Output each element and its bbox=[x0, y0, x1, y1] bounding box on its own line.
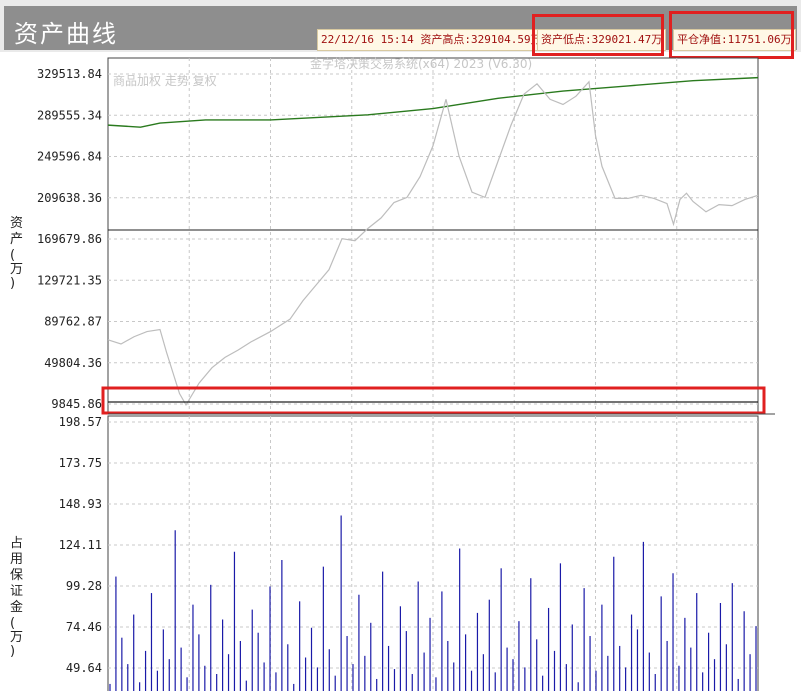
window-title: 资产曲线 bbox=[14, 20, 118, 48]
margin-y-tick-label: 173.75 bbox=[59, 456, 102, 470]
margin-y-tick-label: 49.64 bbox=[66, 661, 102, 675]
equity-y-tick-label: 49804.36 bbox=[44, 356, 102, 370]
equity-y-tick-label: 289555.34 bbox=[37, 108, 102, 122]
equity-y-tick-label: 89762.87 bbox=[44, 315, 102, 329]
margin-y-tick-label: 198.57 bbox=[59, 415, 102, 429]
margin-y-tick-label: 124.11 bbox=[59, 538, 102, 552]
title-bar: 资产曲线 22/12/16 15:14 资产高点:329104.59万 资产低点… bbox=[0, 0, 801, 59]
equity-y-tick-label: 9845.86 bbox=[51, 397, 102, 411]
asset-high-readout: 22/12/16 15:14 资产高点:329104.59万 bbox=[317, 29, 546, 51]
watermark-system: 金字塔决策交易系统(x64) 2023 (V6.30) bbox=[310, 56, 532, 71]
equity-y-ticks: 329513.84 289555.34 249596.84 209638.36 1696… bbox=[37, 67, 102, 411]
margin-y-tick-label: 74.46 bbox=[66, 620, 102, 634]
margin-plot-frame bbox=[107, 415, 759, 691]
margin-y-label: 占用保证金(万) bbox=[10, 536, 23, 659]
margin-panel: 198.57173.75148.93124.1199.2874.4649.64 … bbox=[10, 415, 759, 691]
equity-y-label: 资产(万) bbox=[10, 216, 23, 291]
equity-y-tick-label: 249596.84 bbox=[37, 150, 102, 164]
equity-y-tick-label: 169679.86 bbox=[37, 232, 102, 246]
closed-equity-readout: 平仓净值:11751.06万 bbox=[673, 29, 796, 51]
asset-low-readout: 资产低点:329021.47万 bbox=[537, 29, 667, 51]
equity-y-tick-label: 209638.36 bbox=[37, 191, 102, 205]
chart-area: 金字塔决策交易系统(x64) 2023 (V6.30) 商品加权 走势 复权 3… bbox=[10, 56, 775, 691]
margin-y-tick-label: 99.28 bbox=[66, 579, 102, 593]
margin-y-ticks: 198.57 173.75 148.93 124.11 99.28 74.46 49.64 bbox=[59, 415, 102, 675]
equity-panel: 金字塔决策交易系统(x64) 2023 (V6.30) 商品加权 走势 复权 3… bbox=[10, 56, 759, 415]
equity-y-tick-label: 329513.84 bbox=[37, 67, 102, 81]
watermark-mode: 商品加权 走势 复权 bbox=[113, 73, 217, 88]
equity-y-tick-label: 129721.35 bbox=[37, 273, 102, 287]
margin-y-tick-label: 148.93 bbox=[59, 497, 102, 511]
